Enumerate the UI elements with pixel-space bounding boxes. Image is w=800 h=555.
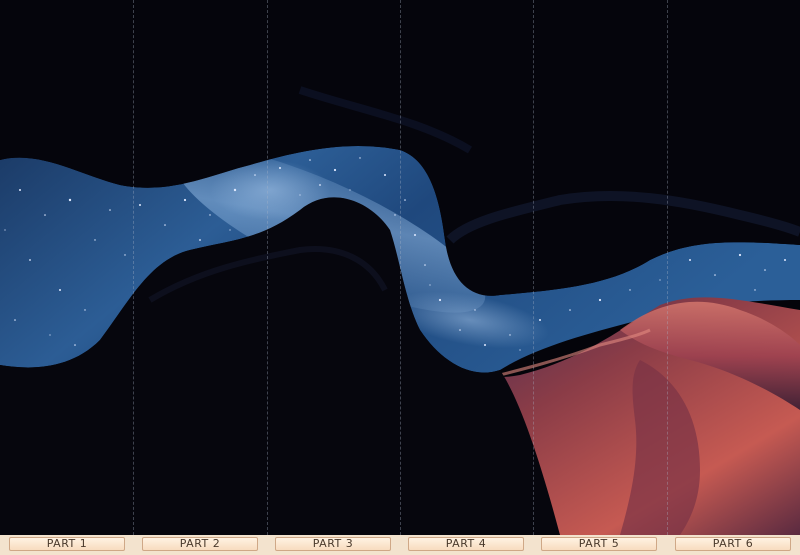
part-3-label[interactable]: PART 3 xyxy=(275,537,391,551)
panel-divider xyxy=(667,0,668,535)
panel-divider xyxy=(267,0,268,535)
panel-divider xyxy=(133,0,134,535)
part-6-label[interactable]: PART 6 xyxy=(675,537,791,551)
part-2-label[interactable]: PART 2 xyxy=(142,537,258,551)
wallpaper-preview: PART 1 PART 2 PART 3 PART 4 PART 5 PART … xyxy=(0,0,800,555)
part-1-label[interactable]: PART 1 xyxy=(9,537,125,551)
part-label-bar: PART 1 PART 2 PART 3 PART 4 PART 5 PART … xyxy=(0,535,800,555)
panel-divider xyxy=(533,0,534,535)
mural-image xyxy=(0,0,800,535)
panel-divider xyxy=(400,0,401,535)
part-4-label[interactable]: PART 4 xyxy=(408,537,524,551)
part-5-label[interactable]: PART 5 xyxy=(541,537,657,551)
